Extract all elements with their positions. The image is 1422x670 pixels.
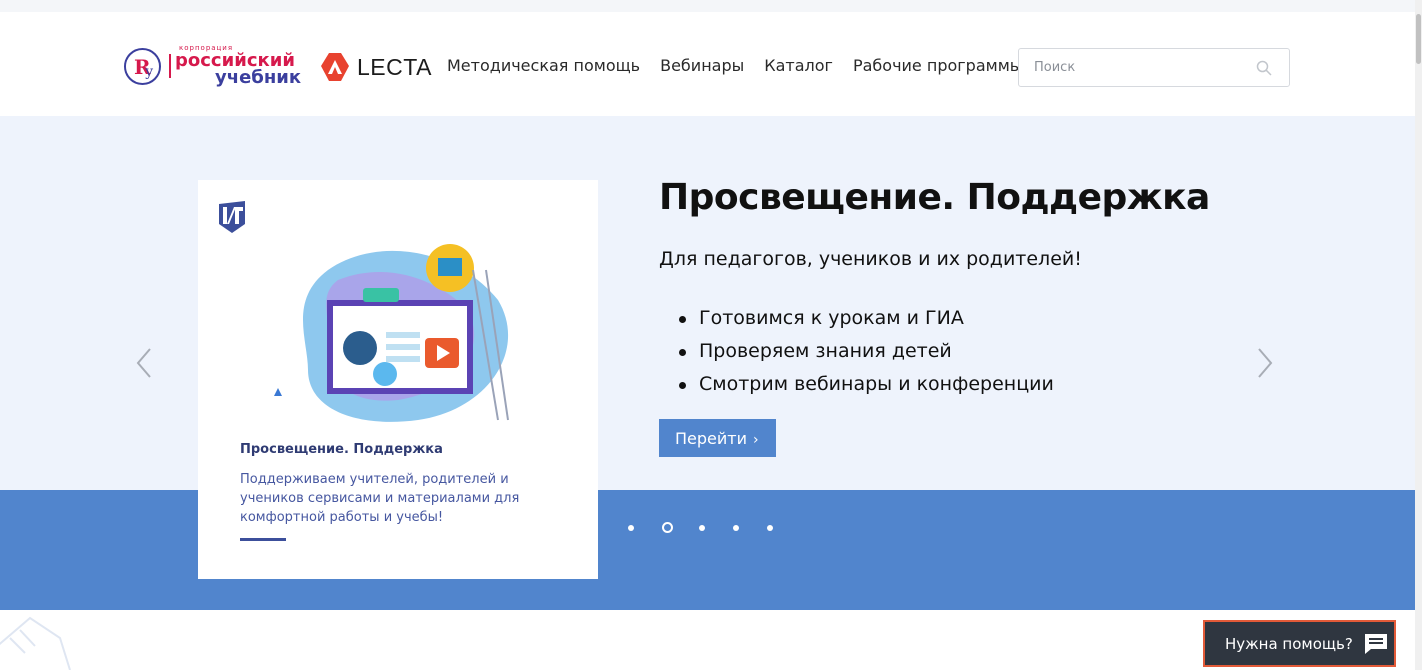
slider-dot-4[interactable] bbox=[733, 524, 739, 531]
top-strip bbox=[0, 0, 1422, 12]
search-icon[interactable] bbox=[1256, 60, 1272, 76]
nav-item-webinars[interactable]: Вебинары bbox=[660, 56, 744, 75]
search-input[interactable] bbox=[1019, 49, 1249, 86]
card-text: Поддерживаем учителей, родителей и учени… bbox=[240, 472, 520, 525]
list-item: Смотрим вебинары и конференции bbox=[679, 368, 1054, 401]
nav-item-methodical-help[interactable]: Методическая помощь bbox=[447, 56, 640, 75]
chevron-right-icon[interactable] bbox=[1255, 346, 1275, 380]
logo-russian-textbook[interactable]: Rу корпорация российский учебник bbox=[124, 45, 301, 87]
card-title: Просвещение. Поддержка bbox=[240, 442, 443, 457]
logo-lecta-text: LECTA bbox=[357, 53, 432, 80]
logo-ru-line2: учебник bbox=[215, 67, 302, 88]
card-underline bbox=[240, 538, 286, 541]
logo-ru-text: корпорация российский учебник bbox=[175, 45, 301, 87]
site-header: Rу корпорация российский учебник LECTA М… bbox=[0, 12, 1422, 116]
page-scrollbar[interactable] bbox=[1415, 0, 1422, 670]
slider-dot-2-active[interactable] bbox=[662, 522, 673, 533]
slider-dot-1[interactable] bbox=[628, 524, 634, 531]
slider-dot-3[interactable] bbox=[699, 524, 705, 531]
slider-dot-5[interactable] bbox=[767, 524, 773, 531]
chat-icon bbox=[1364, 633, 1387, 654]
chevron-left-icon[interactable] bbox=[134, 346, 154, 380]
slide-bullets: Готовимся к урокам и ГИА Проверяем знани… bbox=[679, 302, 1054, 401]
prosveshchenie-logo-icon bbox=[219, 201, 245, 233]
decorative-doodle-icon bbox=[0, 616, 71, 670]
logo-divider bbox=[169, 54, 171, 78]
nav-item-work-programs[interactable]: Рабочие программы bbox=[853, 56, 1022, 75]
support-illustration-icon bbox=[274, 244, 509, 422]
logo-lecta[interactable]: LECTA bbox=[320, 52, 432, 82]
logo-ru-mark-icon: Rу bbox=[124, 47, 161, 85]
list-item: Готовимся к урокам и ГИА bbox=[679, 302, 1054, 335]
lecta-icon bbox=[321, 53, 349, 81]
list-item: Проверяем знания детей bbox=[679, 335, 1054, 368]
slide-subtitle: Для педагогов, учеников и их родителей! bbox=[659, 248, 1082, 270]
scrollbar-thumb[interactable] bbox=[1416, 14, 1421, 64]
chevron-right-icon: › bbox=[753, 431, 759, 448]
help-widget-label: Нужна помощь? bbox=[1225, 634, 1353, 653]
go-button-label: Перейти bbox=[675, 428, 747, 448]
nav-item-catalog[interactable]: Каталог bbox=[764, 56, 833, 75]
go-button[interactable]: Перейти › bbox=[659, 419, 776, 457]
search-box bbox=[1018, 48, 1290, 87]
help-widget-button[interactable]: Нужна помощь? bbox=[1203, 620, 1396, 667]
slide-title: Просвещение. Поддержка bbox=[659, 177, 1210, 218]
slider-dots bbox=[628, 522, 801, 533]
main-nav: Методическая помощь Вебинары Каталог Раб… bbox=[447, 56, 1022, 75]
slide-card[interactable]: Просвещение. Поддержка Поддерживаем учит… bbox=[198, 180, 598, 579]
